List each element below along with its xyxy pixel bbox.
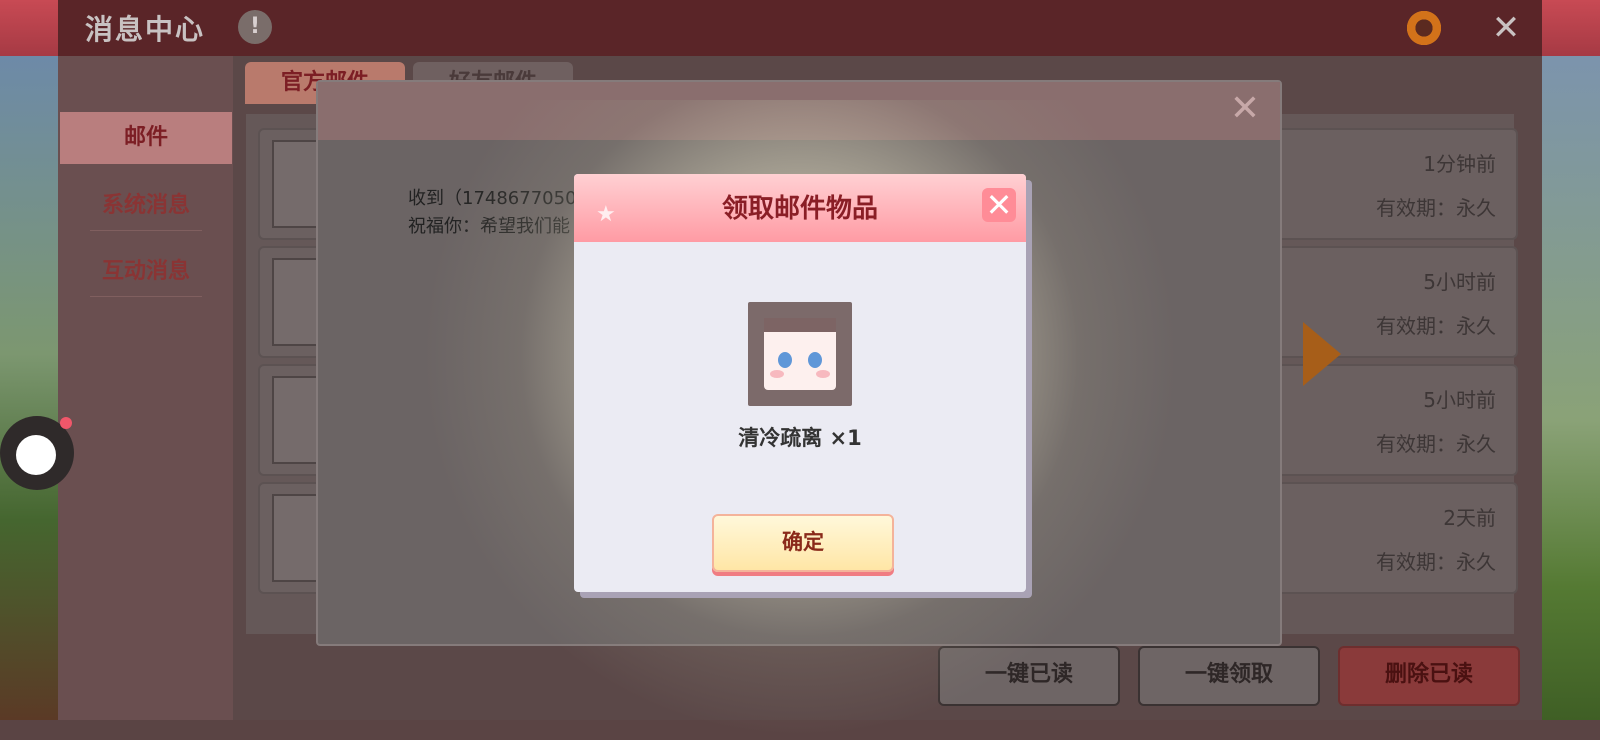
background-left	[0, 55, 58, 720]
mail-validity: 有效期：永久	[1376, 550, 1496, 574]
eye-shape	[808, 352, 822, 368]
mail-detail-text: 收到（1748677050	[408, 188, 577, 209]
face-icon	[764, 318, 836, 390]
claim-items-popup: ★ 领取邮件物品 ✕ 清冷疏离 ×1 确定	[574, 174, 1026, 592]
close-icon[interactable]: ✕	[1488, 10, 1524, 46]
page-title: 消息中心	[85, 13, 206, 46]
sidebar-item-mail[interactable]: 邮件	[60, 112, 232, 164]
hair-shape	[764, 318, 836, 332]
eye-shape	[778, 352, 792, 368]
item-icon[interactable]	[748, 302, 852, 406]
floating-assistant-icon	[16, 435, 56, 475]
mail-time: 5小时前	[1423, 388, 1496, 412]
header-inner	[58, 0, 1542, 56]
popup-header: ★ 领取邮件物品 ✕	[574, 174, 1026, 242]
mail-validity: 有效期：永久	[1376, 432, 1496, 456]
background-right	[1542, 55, 1600, 720]
mail-detail-text: 祝福你：希望我们能	[408, 216, 570, 237]
mail-time: 2天前	[1443, 506, 1496, 530]
mail-validity: 有效期：永久	[1376, 196, 1496, 220]
close-icon[interactable]: ✕	[982, 188, 1016, 222]
confirm-button[interactable]: 确定	[712, 514, 894, 572]
claim-all-button[interactable]: 一键领取	[1138, 646, 1320, 706]
item-name: 清冷疏离 ×1	[738, 426, 862, 450]
mail-time: 1分钟前	[1423, 152, 1496, 176]
mail-validity: 有效期：永久	[1376, 314, 1496, 338]
sidebar-item-system-messages[interactable]: 系统消息	[60, 180, 232, 232]
info-icon[interactable]: !	[238, 10, 272, 44]
mail-detail-header	[318, 82, 1280, 140]
close-icon[interactable]: ✕	[1228, 91, 1262, 127]
arrow-right-icon[interactable]	[1303, 322, 1341, 386]
popup-title: 领取邮件物品	[721, 194, 878, 224]
mark-all-read-button[interactable]: 一键已读	[938, 646, 1120, 706]
sidebar-item-interaction-messages[interactable]: 互动消息	[60, 246, 232, 298]
delete-read-button[interactable]: 删除已读	[1338, 646, 1520, 706]
blush-shape	[816, 370, 830, 378]
blush-shape	[770, 370, 784, 378]
gear-icon[interactable]	[1404, 8, 1444, 48]
mail-time: 5小时前	[1423, 270, 1496, 294]
notification-dot	[60, 417, 72, 429]
